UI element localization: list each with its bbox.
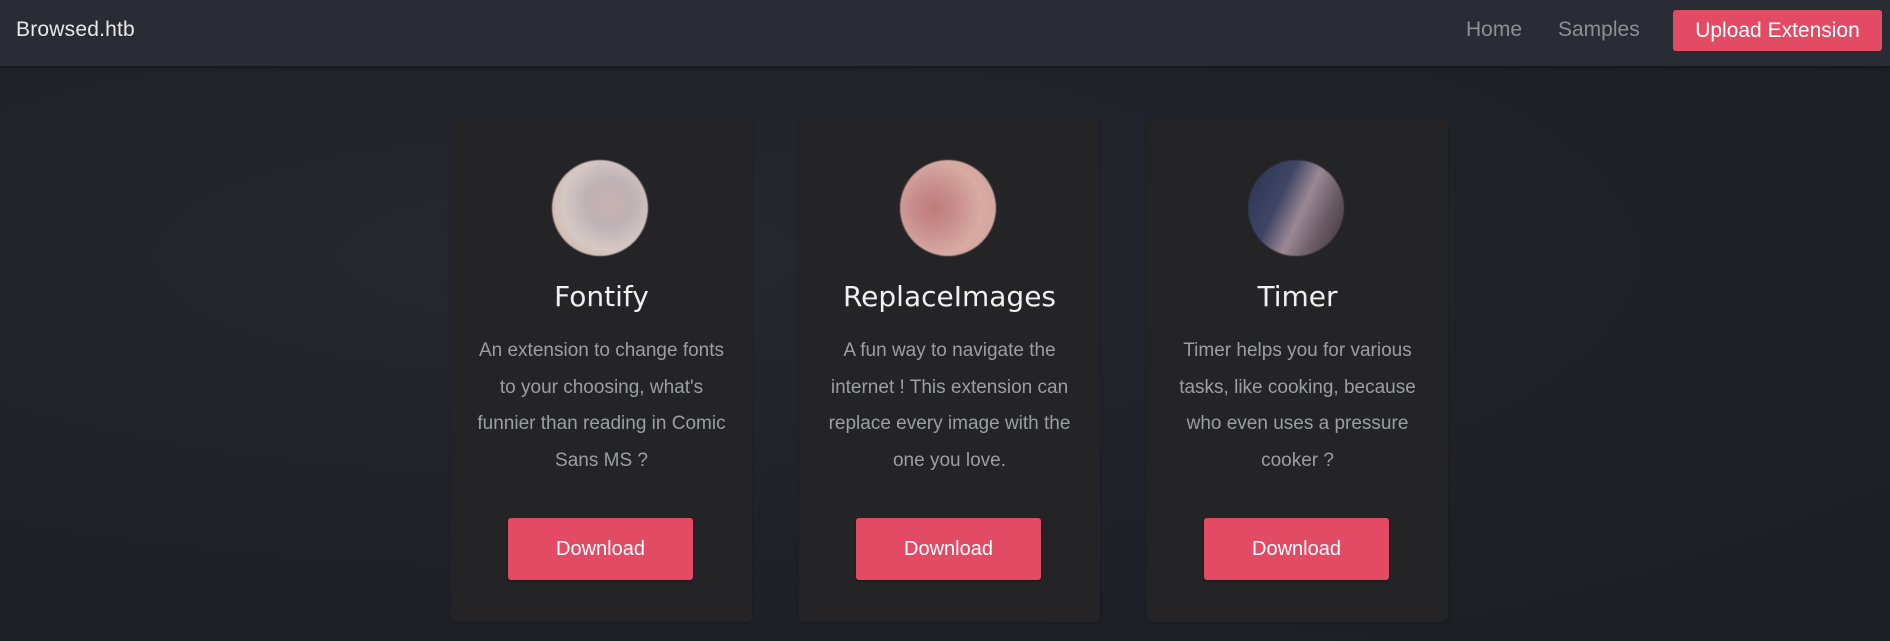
download-button[interactable]: Download bbox=[856, 518, 1041, 580]
extension-description: An extension to change fonts to your cho… bbox=[477, 340, 726, 471]
extension-description: Timer helps you for various tasks, like … bbox=[1179, 340, 1416, 471]
brand-link[interactable]: Browsed.htb bbox=[16, 18, 135, 42]
extension-avatar bbox=[1248, 160, 1344, 256]
upload-extension-button[interactable]: Upload Extension bbox=[1673, 10, 1882, 51]
extension-card-timer: Timer Timer helps you for various tasks,… bbox=[1147, 120, 1448, 622]
extension-avatar bbox=[900, 160, 996, 256]
nav-link-samples[interactable]: Samples bbox=[1558, 18, 1640, 42]
extension-description: A fun way to navigate the internet ! Thi… bbox=[828, 340, 1071, 471]
extension-avatar bbox=[552, 160, 648, 256]
extension-title: Timer bbox=[1257, 280, 1338, 313]
navbar: Browsed.htb Home Samples Upload Extensio… bbox=[0, 0, 1890, 66]
extension-card-replaceimages: ReplaceImages A fun way to navigate the … bbox=[799, 120, 1100, 622]
page: Browsed.htb Home Samples Upload Extensio… bbox=[0, 0, 1890, 641]
extension-card-fontify: Fontify An extension to change fonts to … bbox=[451, 120, 752, 622]
extension-title: Fontify bbox=[554, 280, 649, 313]
extension-title: ReplaceImages bbox=[842, 280, 1057, 313]
download-button[interactable]: Download bbox=[508, 518, 693, 580]
download-button[interactable]: Download bbox=[1204, 518, 1389, 580]
nav-link-home[interactable]: Home bbox=[1466, 18, 1522, 42]
